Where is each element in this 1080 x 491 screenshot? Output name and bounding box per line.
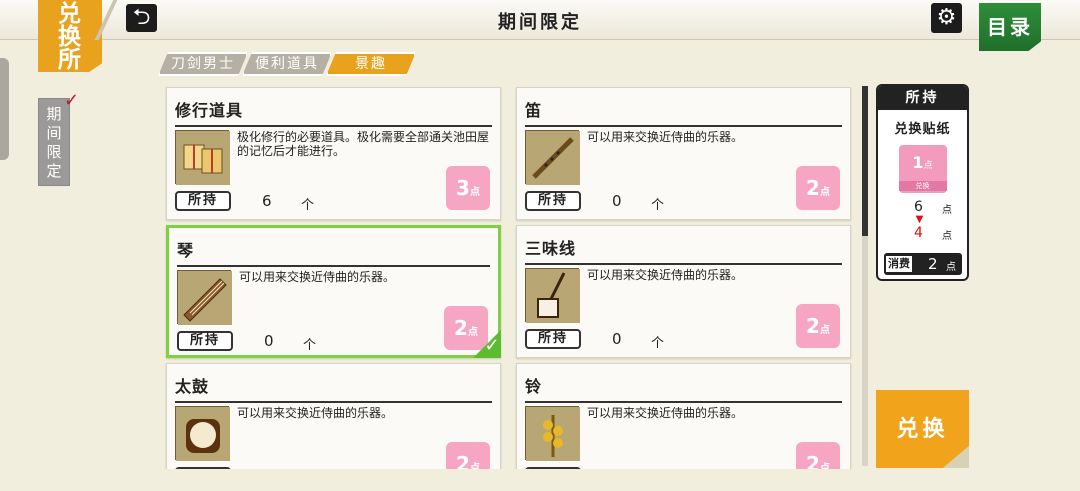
exchange-button[interactable]: 兑换 — [876, 390, 969, 468]
tab-swords[interactable]: 刀剑男士 — [158, 52, 248, 76]
shamisen-icon — [525, 268, 580, 323]
bell-icon — [525, 406, 580, 461]
item-name: 太鼓 — [175, 373, 492, 403]
side-tab-char: 定 — [46, 162, 62, 180]
tab-scenery[interactable]: 景趣 — [326, 52, 416, 76]
held-count: 6 — [262, 192, 272, 210]
held-unit: 个 — [301, 198, 315, 213]
ticket-unit: 点 — [923, 161, 933, 171]
held-label: 所持 — [525, 467, 581, 469]
side-tab-limited[interactable]: 期 间 限 定 — [38, 98, 70, 186]
current-points: 6 点 — [878, 199, 967, 216]
held-unit: 个 — [303, 338, 317, 353]
holding-title: 所持 — [878, 86, 967, 110]
arrow-down-icon: ▼ — [915, 214, 924, 225]
item-name: 三味线 — [525, 235, 842, 265]
gear-icon: ⚙ — [936, 5, 957, 30]
held-unit: 个 — [651, 336, 665, 351]
item-name: 琴 — [177, 237, 490, 267]
tab-items[interactable]: 便利道具 — [242, 52, 332, 76]
item-card-koto[interactable]: 琴 可以用来交换近侍曲的乐器。 所持 0 个 2点 ✓ — [166, 225, 501, 358]
cost-badge: 2点 — [446, 442, 490, 469]
item-name: 修行道具 — [175, 97, 492, 127]
flute-icon — [525, 130, 580, 185]
held-label: 所持 — [177, 331, 233, 351]
item-card-bell[interactable]: 铃 可以用来交换近侍曲的乐器。 所持 2点 — [516, 363, 851, 469]
cost-value: 2 — [806, 452, 820, 469]
item-name: 笛 — [525, 97, 842, 127]
side-tab-char: 限 — [46, 143, 62, 161]
ticket-icon: 1点 兑换 — [898, 145, 947, 193]
cost-unit: 点 — [469, 463, 480, 469]
cost-badge: 2点 — [796, 166, 840, 210]
ticket-value: 1 — [912, 153, 924, 172]
item-description: 极化修行的必要道具。极化需要全部通关池田屋的记忆后才能进行。 — [237, 130, 490, 158]
after-points: 4 点 — [878, 225, 967, 242]
drawer-handle[interactable] — [0, 58, 9, 160]
held-count: 0 — [612, 330, 622, 348]
cost-value: 2 — [454, 316, 468, 340]
cost-badge: 2点 — [796, 442, 840, 469]
shop-logo-char: 所 — [58, 46, 82, 73]
drum-icon — [175, 406, 230, 461]
cost-badge: 3点 — [446, 166, 490, 210]
cost-unit: 点 — [819, 325, 830, 336]
bottom-strip — [0, 470, 1080, 491]
item-description: 可以用来交换近侍曲的乐器。 — [239, 270, 396, 284]
scrollbar-thumb[interactable] — [862, 86, 868, 236]
settings-button[interactable]: ⚙ — [931, 3, 962, 33]
held-count: 0 — [612, 192, 622, 210]
held-count: 0 — [264, 332, 274, 350]
points-unit: 点 — [942, 205, 952, 216]
item-description: 可以用来交换近侍曲的乐器。 — [237, 406, 394, 420]
item-description: 可以用来交换近侍曲的乐器。 — [587, 268, 744, 282]
cost-unit: 点 — [469, 187, 480, 198]
item-card-training[interactable]: 修行道具 极化修行的必要道具。极化需要全部通关池田屋的记忆后才能进行。 所持 6… — [166, 87, 501, 220]
holding-item-name: 兑换贴纸 — [894, 122, 951, 137]
cost-value: 2 — [806, 314, 820, 338]
ticket-label: 兑换 — [898, 181, 947, 191]
item-name: 铃 — [525, 373, 842, 403]
koto-icon — [177, 270, 232, 325]
held-label: 所持 — [175, 191, 231, 211]
item-card-drum[interactable]: 太鼓 可以用来交换近侍曲的乐器。 所持 2点 — [166, 363, 501, 469]
side-tab-char: 间 — [46, 124, 62, 142]
cost-value: 3 — [456, 176, 470, 200]
item-grid: 修行道具 极化修行的必要道具。极化需要全部通关池田屋的记忆后才能进行。 所持 6… — [160, 83, 872, 469]
bundle-icon — [175, 130, 230, 185]
cost-badge: 2点 — [796, 304, 840, 348]
after-points-value: 4 — [914, 225, 923, 241]
held-unit: 个 — [651, 198, 665, 213]
cost-unit: 点 — [819, 463, 830, 469]
cost-unit: 点 — [819, 187, 830, 198]
points-unit: 点 — [942, 231, 952, 242]
check-icon: ✓ — [64, 90, 80, 111]
cost-row: 消费 2 点 — [884, 253, 962, 275]
held-label: 所持 — [525, 329, 581, 349]
item-description: 可以用来交换近侍曲的乐器。 — [587, 130, 744, 144]
menu-button[interactable]: 目录 — [979, 3, 1041, 51]
cost-value: 2 — [806, 176, 820, 200]
item-card-flute[interactable]: 笛 可以用来交换近侍曲的乐器。 所持 0 个 2点 — [516, 87, 851, 220]
holding-panel: 所持 兑换贴纸 1点 兑换 6 点 ▼ 4 点 消费 2 点 — [876, 84, 969, 281]
cost-value: 2 — [928, 255, 938, 273]
current-points-value: 6 — [914, 199, 923, 215]
page-title: 期间限定 — [498, 12, 582, 33]
held-label: 所持 — [525, 191, 581, 211]
cost-value: 2 — [456, 452, 470, 469]
item-description: 可以用来交换近侍曲的乐器。 — [587, 406, 744, 420]
cost-unit: 点 — [467, 327, 478, 338]
cost-unit: 点 — [946, 262, 956, 273]
item-card-shamisen[interactable]: 三味线 可以用来交换近侍曲的乐器。 所持 0 个 2点 — [516, 225, 851, 358]
cost-badge: 2点 — [444, 306, 488, 350]
held-label: 所持 — [175, 467, 231, 469]
cost-label: 消费 — [886, 256, 912, 272]
